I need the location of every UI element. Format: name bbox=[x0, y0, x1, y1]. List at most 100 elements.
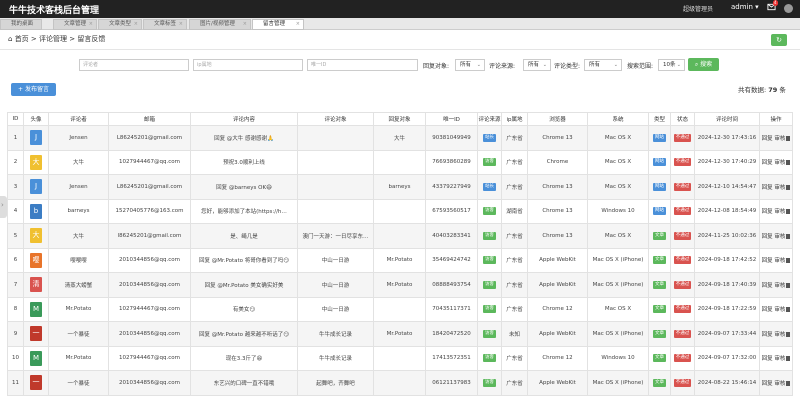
trash-icon[interactable] bbox=[786, 258, 791, 264]
status-badge[interactable]: 不通过 bbox=[673, 231, 692, 240]
status-badge[interactable]: 不通过 bbox=[673, 256, 692, 265]
tab-1[interactable]: 文章管理 × bbox=[53, 19, 97, 30]
column-header: ID bbox=[7, 112, 24, 126]
breadcrumb-sep: > bbox=[30, 35, 37, 43]
cell-reply-to: Mr.Potato bbox=[373, 321, 426, 347]
tab-4[interactable]: 图片/视频管理 × bbox=[189, 19, 251, 30]
trash-icon[interactable] bbox=[786, 282, 791, 288]
cell-email: L86245201@gmail.com bbox=[108, 125, 191, 151]
close-icon[interactable]: × bbox=[296, 20, 300, 29]
refresh-button[interactable]: ↻ bbox=[771, 34, 787, 46]
tab-5[interactable]: 留言管理 × bbox=[252, 19, 304, 30]
trash-icon[interactable] bbox=[786, 160, 791, 166]
reply-button[interactable]: 回复 bbox=[762, 136, 773, 142]
cell-reply-to bbox=[373, 198, 426, 224]
column-header: ip属地 bbox=[501, 112, 528, 126]
avatar: 一 bbox=[30, 326, 42, 342]
post-comment-button[interactable]: + 发布留言 bbox=[11, 83, 56, 96]
cell-os: Mac OS X bbox=[587, 149, 649, 175]
audit-button[interactable]: 审核 bbox=[774, 356, 785, 362]
reply-button[interactable]: 回复 bbox=[762, 283, 773, 289]
uid-input[interactable]: 唯一ID bbox=[307, 59, 418, 71]
cell-os: Mac OS X bbox=[587, 223, 649, 249]
trash-icon[interactable] bbox=[786, 331, 791, 337]
audit-button[interactable]: 审核 bbox=[774, 160, 785, 166]
tab-label: 文章类型 bbox=[109, 21, 132, 27]
audit-button[interactable]: 审核 bbox=[774, 209, 785, 215]
audit-button[interactable]: 审核 bbox=[774, 136, 785, 142]
cell-type: 文章 bbox=[648, 370, 671, 396]
cell-status: 不通过 bbox=[670, 125, 695, 151]
cell-status: 不通过 bbox=[670, 272, 695, 298]
user-avatar[interactable] bbox=[784, 4, 793, 13]
cell-actions: 回复 审核 bbox=[759, 345, 793, 371]
audit-button[interactable]: 审核 bbox=[774, 258, 785, 264]
type-select[interactable]: 所有 ⌄ bbox=[584, 59, 622, 71]
tab-3[interactable]: 文章标签 × bbox=[143, 19, 187, 30]
reply-button[interactable]: 回复 bbox=[762, 381, 773, 387]
cell-target: 牛牛成长记录 bbox=[297, 321, 374, 347]
trash-icon[interactable] bbox=[786, 135, 791, 141]
trash-icon[interactable] bbox=[786, 380, 791, 386]
cell-source: 站长 bbox=[477, 125, 502, 151]
source-select[interactable]: 所有 ⌄ bbox=[523, 59, 551, 71]
ip-input[interactable]: ip属地 bbox=[193, 59, 303, 71]
commenter-input[interactable]: 评论者 bbox=[79, 59, 189, 71]
cell-email: 2010344856@qq.com bbox=[108, 370, 191, 396]
reply-target-select[interactable]: 所有 ⌄ bbox=[455, 59, 485, 71]
cell-commenter: 大牛 bbox=[48, 149, 109, 175]
audit-button[interactable]: 审核 bbox=[774, 332, 785, 338]
reply-button[interactable]: 回复 bbox=[762, 307, 773, 313]
close-icon[interactable]: × bbox=[134, 20, 138, 29]
status-badge[interactable]: 不通过 bbox=[673, 133, 692, 142]
status-badge[interactable]: 不通过 bbox=[673, 354, 692, 363]
status-badge[interactable]: 不通过 bbox=[673, 207, 692, 216]
status-badge[interactable]: 不通过 bbox=[673, 158, 692, 167]
reply-button[interactable]: 回复 bbox=[762, 332, 773, 338]
trash-icon[interactable] bbox=[786, 209, 791, 215]
close-icon[interactable]: × bbox=[179, 20, 183, 29]
type-label: 评论类型: bbox=[554, 63, 581, 70]
audit-button[interactable]: 审核 bbox=[774, 381, 785, 387]
status-badge[interactable]: 不通过 bbox=[673, 280, 692, 289]
cell-type: 文章 bbox=[648, 296, 671, 322]
column-header: 头像 bbox=[23, 112, 49, 126]
tab-0[interactable]: 我的桌面 bbox=[0, 19, 42, 30]
status-badge[interactable]: 不通过 bbox=[673, 182, 692, 191]
user-menu[interactable]: admin ▾ bbox=[731, 3, 759, 11]
cell-commenter: 大牛 bbox=[48, 223, 109, 249]
status-badge[interactable]: 不通过 bbox=[673, 329, 692, 338]
audit-button[interactable]: 审核 bbox=[774, 234, 785, 240]
reply-button[interactable]: 回复 bbox=[762, 160, 773, 166]
close-icon[interactable]: × bbox=[89, 20, 93, 29]
reply-button[interactable]: 回复 bbox=[762, 234, 773, 240]
reply-button[interactable]: 回复 bbox=[762, 356, 773, 362]
trash-icon[interactable] bbox=[786, 233, 791, 239]
range-select[interactable]: 10条 ⌄ bbox=[658, 59, 685, 71]
cell-ip: 广东省 bbox=[501, 272, 528, 298]
search-button[interactable]: ⌕ 搜索 bbox=[688, 58, 719, 71]
cell-ip: 广东省 bbox=[501, 125, 528, 151]
sidebar-toggle[interactable]: › bbox=[0, 196, 7, 218]
audit-button[interactable]: 审核 bbox=[774, 283, 785, 289]
cell-source: 站长 bbox=[477, 174, 502, 200]
reply-button[interactable]: 回复 bbox=[762, 185, 773, 191]
audit-button[interactable]: 审核 bbox=[774, 307, 785, 313]
column-header: 评论来源 bbox=[477, 112, 502, 126]
cell-avatar: 清 bbox=[23, 272, 49, 298]
reply-button[interactable]: 回复 bbox=[762, 209, 773, 215]
breadcrumb-home[interactable]: 首页 bbox=[15, 35, 29, 43]
tab-2[interactable]: 文章类型 × bbox=[98, 19, 142, 30]
cell-type: 网站 bbox=[648, 174, 671, 200]
audit-button[interactable]: 审核 bbox=[774, 185, 785, 191]
trash-icon[interactable] bbox=[786, 356, 791, 362]
trash-icon[interactable] bbox=[786, 184, 791, 190]
status-badge[interactable]: 不通过 bbox=[673, 305, 692, 314]
type-badge: 文章 bbox=[653, 280, 666, 289]
status-badge[interactable]: 不通过 bbox=[673, 378, 692, 387]
trash-icon[interactable] bbox=[786, 307, 791, 313]
breadcrumb-comments[interactable]: 评论管理 bbox=[39, 35, 67, 43]
reply-button[interactable]: 回复 bbox=[762, 258, 773, 264]
post-comment-label: 发布留言 bbox=[24, 86, 49, 93]
close-icon[interactable]: × bbox=[243, 20, 247, 29]
